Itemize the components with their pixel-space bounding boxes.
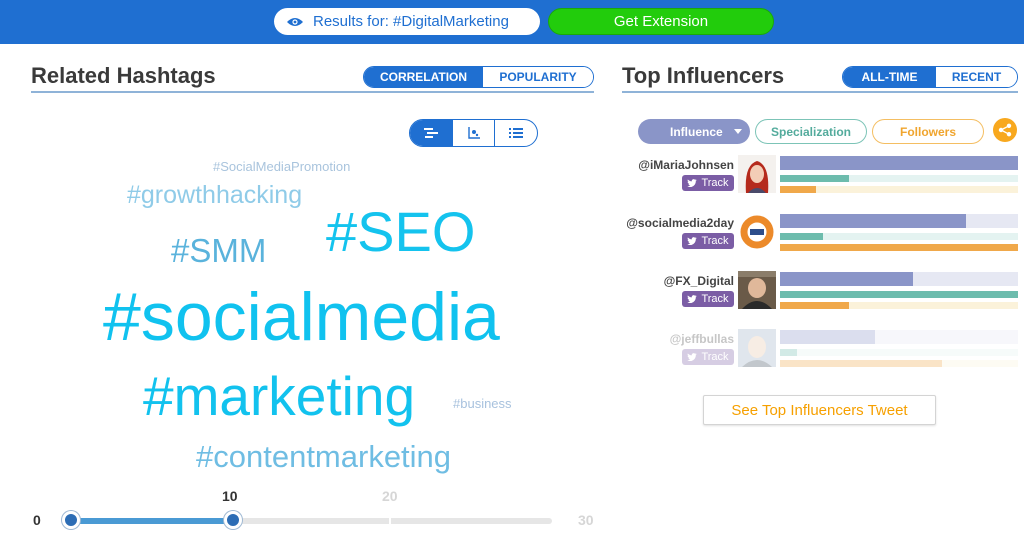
avatar [738,271,776,309]
list-view-button[interactable] [494,120,537,146]
tab-correlation[interactable]: CORRELATION [364,67,483,87]
hashtags-divider [31,91,594,93]
hashtag-word[interactable]: #business [453,397,512,410]
influence-bar-fill [780,214,966,228]
influencer-row: @iMariaJohnsen Track [622,155,1018,205]
influence-bar [780,272,1018,286]
cloud-view-icon [423,128,438,138]
slider-tick-label: 20 [382,488,398,504]
track-label: Track [701,293,729,305]
track-button[interactable]: Track [682,291,734,307]
slider-value-label: 10 [222,488,238,504]
followers-bar [780,302,1018,309]
specialization-bar-fill [780,291,1018,298]
hashtag-word[interactable]: #SocialMediaPromotion [213,160,350,173]
followers-bar [780,186,1018,193]
share-icon [998,123,1012,137]
twitter-icon [687,353,698,361]
slider-fill [70,518,233,524]
specialization-bar [780,349,1018,356]
share-button[interactable] [993,118,1017,142]
avatar [738,213,776,251]
hashtag-word[interactable]: #SEO [326,204,475,260]
influence-bar [780,156,1018,170]
filter-influence[interactable]: Influence [638,119,750,144]
hashtag-word[interactable]: #socialmedia [103,283,500,351]
twitter-icon [687,295,698,303]
slider-max-handle[interactable] [224,511,242,529]
filter-specialization[interactable]: Specialization [755,119,867,144]
specialization-bar [780,175,1018,182]
list-view-icon [509,128,524,138]
track-label: Track [701,351,729,363]
hashtag-word[interactable]: #marketing [143,369,415,424]
influence-bar-fill [780,156,1018,170]
scatter-view-icon [467,127,480,139]
avatar [738,155,776,193]
scatter-view-button[interactable] [451,120,495,146]
specialization-bar-fill [780,349,797,356]
influence-bar [780,214,1018,228]
followers-bar [780,244,1018,251]
hashtag-word[interactable]: #SMM [171,234,266,267]
specialization-bar [780,233,1018,240]
influencer-row: @FX_Digital Track [622,271,1018,321]
track-button[interactable]: Track [682,349,734,365]
hashtag-word[interactable]: #contentmarketing [196,441,451,472]
followers-bar-fill [780,302,850,309]
influencers-period-toggle: ALL-TIME RECENT [842,66,1018,88]
filter-influence-label: Influence [670,124,723,139]
influencers-divider [622,91,1018,93]
specialization-bar-fill [780,233,823,240]
track-button[interactable]: Track [682,175,734,191]
track-label: Track [701,177,729,189]
hashtag-word[interactable]: #growthhacking [127,183,302,208]
influence-bar [780,330,1018,344]
track-label: Track [701,235,729,247]
chevron-down-icon [734,129,742,134]
cloud-view-button[interactable] [410,120,452,146]
influence-bar-fill [780,330,876,344]
top-influencers-title: Top Influencers [622,63,785,88]
slider-min-handle[interactable] [62,511,80,529]
followers-bar-fill [780,244,1018,251]
twitter-icon [687,179,698,187]
eye-icon [287,17,303,26]
results-pill[interactable]: Results for: #DigitalMarketing [274,8,540,35]
specialization-bar-fill [780,175,850,182]
related-hashtags-title: Related Hashtags [31,63,216,88]
slider-min-label: 0 [33,512,41,528]
track-button[interactable]: Track [682,233,734,249]
top-bar: Results for: #DigitalMarketing Get Exten… [0,0,1024,44]
followers-bar-fill [780,360,942,367]
influencer-row: @jeffbullas Track [622,329,1018,379]
slider-max-label: 30 [578,512,594,528]
filter-followers[interactable]: Followers [872,119,984,144]
influencer-handle[interactable]: @FX_Digital [664,274,734,288]
twitter-icon [687,237,698,245]
followers-bar-fill [780,186,816,193]
specialization-bar [780,291,1018,298]
hashtags-sort-toggle: CORRELATION POPULARITY [363,66,594,88]
tab-all-time[interactable]: ALL-TIME [843,67,936,87]
results-label: Results for: #DigitalMarketing [313,13,509,30]
influencer-handle[interactable]: @socialmedia2day [626,216,734,230]
slider-tick-mark [389,518,391,524]
influencer-row: @socialmedia2day Track [622,213,1018,263]
get-extension-button[interactable]: Get Extension [548,8,774,35]
tab-recent[interactable]: RECENT [936,67,1017,87]
tab-popularity[interactable]: POPULARITY [483,67,593,87]
see-top-influencers-tweet-button[interactable]: See Top Influencers Tweet [703,395,936,425]
view-toggle [409,119,538,147]
influencer-handle[interactable]: @jeffbullas [670,332,734,346]
avatar [738,329,776,367]
followers-bar [780,360,1018,367]
influencer-handle[interactable]: @iMariaJohnsen [638,158,734,172]
influence-bar-fill [780,272,914,286]
